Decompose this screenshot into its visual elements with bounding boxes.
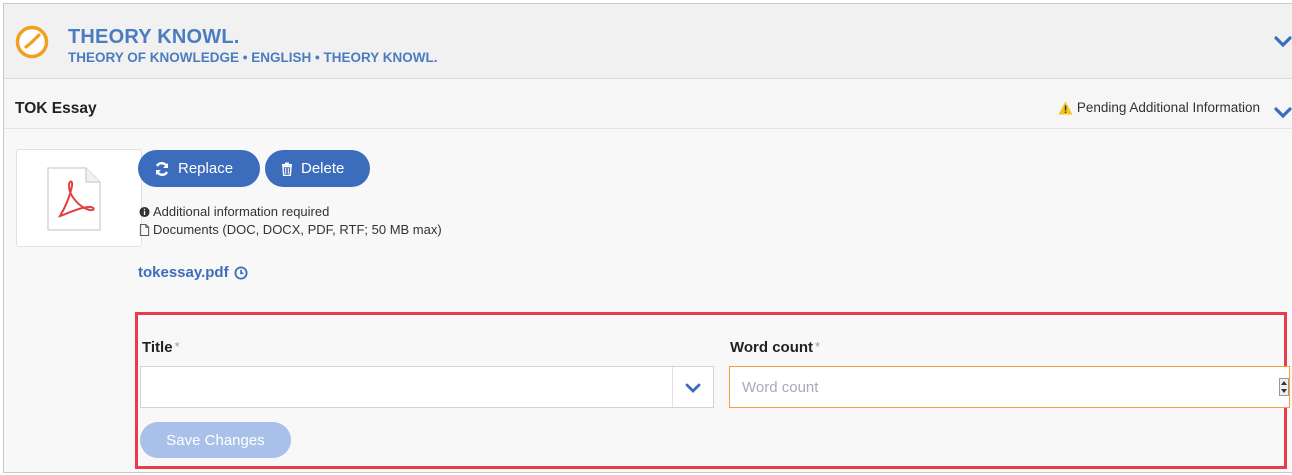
- clock-icon: [15, 25, 49, 59]
- course-subtitle: THEORY OF KNOWLEDGE • ENGLISH • THEORY K…: [68, 50, 438, 65]
- refresh-icon: [155, 161, 169, 176]
- course-title: THEORY KNOWL.: [68, 26, 240, 48]
- title-select[interactable]: [140, 366, 714, 408]
- submission-panel: THEORY KNOWL. THEORY OF KNOWLEDGE • ENGL…: [3, 3, 1292, 473]
- word-count-input[interactable]: [730, 367, 1289, 407]
- required-mark: *: [174, 339, 180, 354]
- info-icon: [139, 206, 150, 217]
- word-count-field[interactable]: [729, 366, 1290, 408]
- trash-icon: [282, 162, 292, 176]
- section-title: TOK Essay: [15, 100, 97, 117]
- delete-label: Delete: [301, 160, 345, 177]
- allowed-types-note: Documents (DOC, DOCX, PDF, RTF; 50 MB ma…: [139, 222, 442, 237]
- chevron-down-icon[interactable]: [685, 382, 701, 394]
- file-thumbnail[interactable]: [16, 149, 142, 247]
- allowed-types-text: Documents (DOC, DOCX, PDF, RTF; 50 MB ma…: [153, 222, 442, 237]
- history-icon[interactable]: [234, 266, 248, 280]
- replace-label: Replace: [178, 160, 234, 177]
- word-count-label-text: Word count: [730, 339, 814, 356]
- section-header[interactable]: TOK Essay Pending Additional Information: [4, 80, 1292, 129]
- delete-button[interactable]: Delete: [265, 150, 370, 187]
- file-name[interactable]: tokessay.pdf: [138, 264, 229, 281]
- essay-details-form: Title* Word count* Save Changes: [135, 312, 1290, 469]
- info-required-text: Additional information required: [153, 204, 330, 219]
- select-divider: [672, 367, 673, 407]
- chevron-down-icon[interactable]: [1274, 106, 1292, 120]
- warning-icon: [1058, 101, 1073, 114]
- save-changes-button[interactable]: Save Changes: [140, 422, 291, 458]
- status-text: Pending Additional Information: [1076, 100, 1260, 115]
- spinner-arrows-icon: [1281, 381, 1287, 393]
- document-icon: [139, 223, 150, 236]
- title-label-text: Title: [142, 339, 173, 356]
- word-count-label: Word count *: [730, 339, 820, 356]
- pdf-icon: [47, 167, 101, 231]
- required-mark: *: [815, 339, 821, 354]
- uploaded-file-link[interactable]: tokessay.pdf: [138, 264, 248, 281]
- number-spinner[interactable]: [1279, 378, 1289, 396]
- chevron-down-icon[interactable]: [1274, 35, 1292, 49]
- title-label: Title *: [142, 339, 180, 356]
- course-header[interactable]: THEORY KNOWL. THEORY OF KNOWLEDGE • ENGL…: [4, 4, 1292, 79]
- status-badge: Pending Additional Information: [1058, 100, 1260, 115]
- info-required-note: Additional information required: [139, 204, 329, 219]
- replace-button[interactable]: Replace: [138, 150, 260, 187]
